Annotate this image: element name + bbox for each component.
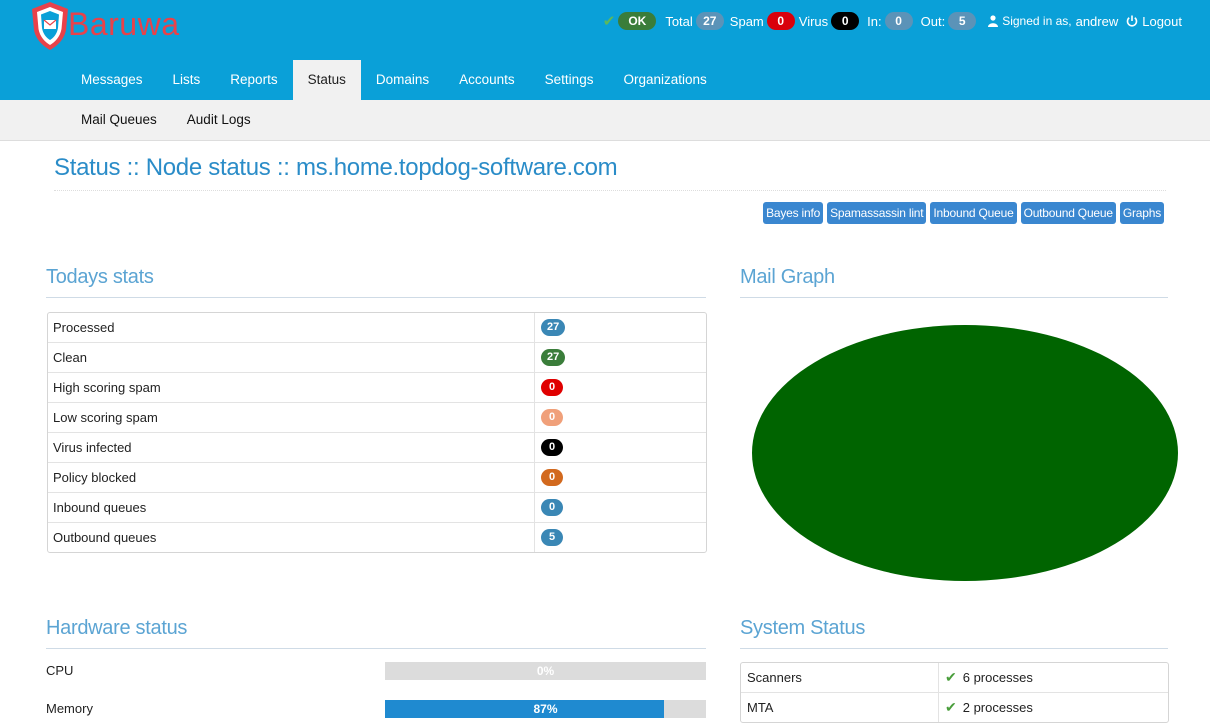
hw-label: CPU <box>46 663 74 678</box>
check-icon: ✔ <box>945 699 957 715</box>
sys-label: MTA <box>741 693 939 722</box>
stats-label: Outbound queues <box>48 523 535 552</box>
user-icon <box>988 15 999 27</box>
outbound-badge: 5 <box>541 529 563 546</box>
nav-organizations[interactable]: Organizations <box>608 60 721 100</box>
spamassassin-lint-button[interactable]: Spamassassin lint <box>827 202 927 224</box>
nav-lists[interactable]: Lists <box>158 60 216 100</box>
cpu-progress-bar: 0% <box>385 662 706 680</box>
sys-row-scanners: Scanners ✔ 6 processes <box>741 663 1168 692</box>
mail-graph <box>752 325 1178 581</box>
memory-percent: 87% <box>533 702 558 716</box>
total-count-badge: 27 <box>695 12 724 30</box>
sys-row-mta: MTA ✔ 2 processes <box>741 692 1168 722</box>
top-navbar: Baruwa ✔ OK Total 27 Spam 0 Virus 0 In: … <box>0 0 1210 100</box>
system-ok-badge: OK <box>618 12 657 30</box>
stats-label: Virus infected <box>48 433 535 462</box>
nav-status[interactable]: Status <box>292 60 361 100</box>
brand-name: Baruwa <box>68 5 180 42</box>
nav-domains[interactable]: Domains <box>361 60 444 100</box>
sys-label: Scanners <box>741 663 939 692</box>
power-icon <box>1126 15 1138 27</box>
sys-value: 2 processes <box>962 700 1033 715</box>
policy-badge: 0 <box>541 469 563 486</box>
spam-label: Spam <box>729 13 764 29</box>
inbound-badge: 0 <box>541 499 563 516</box>
stats-row-high-spam: High scoring spam 0 <box>48 372 706 402</box>
main-nav: Messages Lists Reports Status Domains Ac… <box>66 60 722 100</box>
subnav-audit-logs[interactable]: Audit Logs <box>172 100 266 140</box>
check-icon: ✔ <box>602 13 616 30</box>
signed-in-user[interactable]: Signed in as, andrew <box>988 14 1118 29</box>
mail-graph-slice <box>752 325 1178 581</box>
hw-row-cpu: CPU 0% <box>46 661 706 681</box>
sys-value: 6 processes <box>962 670 1033 685</box>
nav-reports[interactable]: Reports <box>215 60 292 100</box>
mail-graph-heading: Mail Graph <box>740 266 1168 298</box>
stats-row-low-spam: Low scoring spam 0 <box>48 402 706 432</box>
clean-badge: 27 <box>541 349 566 366</box>
memory-progress-bar: 87% <box>385 700 706 718</box>
hw-label: Memory <box>46 701 93 716</box>
stats-label: Low scoring spam <box>48 403 535 432</box>
username: andrew <box>1075 13 1119 29</box>
stats-label: Clean <box>48 343 535 372</box>
hw-row-memory: Memory 87% <box>46 699 706 719</box>
stats-row-virus: Virus infected 0 <box>48 432 706 462</box>
spam-count-badge: 0 <box>766 12 795 30</box>
nav-messages[interactable]: Messages <box>66 60 158 100</box>
todays-stats-heading: Todays stats <box>46 266 706 298</box>
logout-link[interactable]: Logout <box>1126 14 1182 29</box>
virus-count-badge: 0 <box>831 12 860 30</box>
brand-logo[interactable]: Baruwa <box>28 0 180 52</box>
stats-label: Policy blocked <box>48 463 535 492</box>
low-spam-badge: 0 <box>541 409 563 426</box>
stats-row-clean: Clean 27 <box>48 342 706 372</box>
nav-accounts[interactable]: Accounts <box>444 60 530 100</box>
stats-label: Inbound queues <box>48 493 535 522</box>
signed-in-prefix: Signed in as, <box>1002 14 1072 28</box>
out-label: Out: <box>920 13 946 29</box>
outbound-queue-button[interactable]: Outbound Queue <box>1020 202 1116 224</box>
nav-settings[interactable]: Settings <box>530 60 609 100</box>
in-count-badge: 0 <box>884 12 913 30</box>
subnav-mail-queues[interactable]: Mail Queues <box>66 100 172 140</box>
total-label: Total <box>665 13 693 29</box>
cpu-percent: 0% <box>536 664 555 678</box>
virus-label: Virus <box>798 13 829 29</box>
virus-badge: 0 <box>541 439 563 456</box>
mail-status-summary: ✔ OK Total 27 Spam 0 Virus 0 In: 0 Out: … <box>603 11 1182 31</box>
sub-navbar: Mail Queues Audit Logs <box>0 100 1210 141</box>
page-title: Status :: Node status :: ms.home.topdog-… <box>54 154 1166 191</box>
check-icon: ✔ <box>945 669 957 685</box>
stats-row-inbound: Inbound queues 0 <box>48 492 706 522</box>
system-status-heading: System Status <box>740 617 1168 649</box>
shield-logo-icon <box>32 2 68 50</box>
high-spam-badge: 0 <box>541 379 563 396</box>
graphs-button[interactable]: Graphs <box>1119 202 1164 224</box>
out-count-badge: 5 <box>948 12 977 30</box>
stats-row-processed: Processed 27 <box>48 313 706 342</box>
stats-row-policy: Policy blocked 0 <box>48 462 706 492</box>
stats-row-outbound: Outbound queues 5 <box>48 522 706 552</box>
mail-graph-svg <box>752 325 1178 581</box>
stats-label: High scoring spam <box>48 373 535 402</box>
action-buttons: Bayes info Spamassassin lint Inbound Que… <box>763 202 1164 224</box>
bayes-info-button[interactable]: Bayes info <box>763 202 824 224</box>
hardware-status-heading: Hardware status <box>46 617 706 649</box>
stats-label: Processed <box>48 313 535 342</box>
in-label: In: <box>867 13 882 29</box>
todays-stats-table: Processed 27 Clean 27 High scoring spam … <box>47 312 707 553</box>
processed-badge: 27 <box>541 319 566 336</box>
inbound-queue-button[interactable]: Inbound Queue <box>930 202 1017 224</box>
logout-label: Logout <box>1142 13 1182 29</box>
system-status-table: Scanners ✔ 6 processes MTA ✔ 2 processes <box>740 662 1169 723</box>
